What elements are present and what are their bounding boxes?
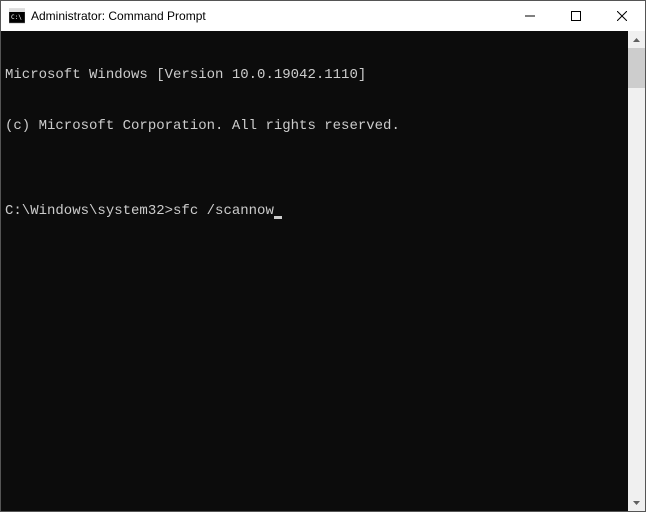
close-button[interactable]: [599, 1, 645, 31]
window-title: Administrator: Command Prompt: [31, 9, 507, 23]
maximize-button[interactable]: [553, 1, 599, 31]
terminal-output[interactable]: Microsoft Windows [Version 10.0.19042.11…: [1, 31, 628, 511]
scroll-up-arrow[interactable]: [628, 31, 645, 48]
scroll-track[interactable]: [628, 48, 645, 494]
prompt-path: C:\Windows\system32>: [5, 203, 173, 220]
scroll-down-arrow[interactable]: [628, 494, 645, 511]
window-controls: [507, 1, 645, 31]
minimize-button[interactable]: [507, 1, 553, 31]
command-prompt-window: C:\ Administrator: Command Prompt Micros…: [0, 0, 646, 512]
cmd-icon: C:\: [9, 8, 25, 24]
copyright-line: (c) Microsoft Corporation. All rights re…: [5, 118, 624, 135]
vertical-scrollbar[interactable]: [628, 31, 645, 511]
text-cursor: [274, 216, 282, 219]
typed-command: sfc /scannow: [173, 203, 274, 220]
version-line: Microsoft Windows [Version 10.0.19042.11…: [5, 67, 624, 84]
titlebar[interactable]: C:\ Administrator: Command Prompt: [1, 1, 645, 31]
scroll-thumb[interactable]: [628, 48, 645, 88]
content-area: Microsoft Windows [Version 10.0.19042.11…: [1, 31, 645, 511]
svg-text:C:\: C:\: [11, 14, 22, 21]
prompt-line: C:\Windows\system32>sfc /scannow: [5, 203, 624, 220]
